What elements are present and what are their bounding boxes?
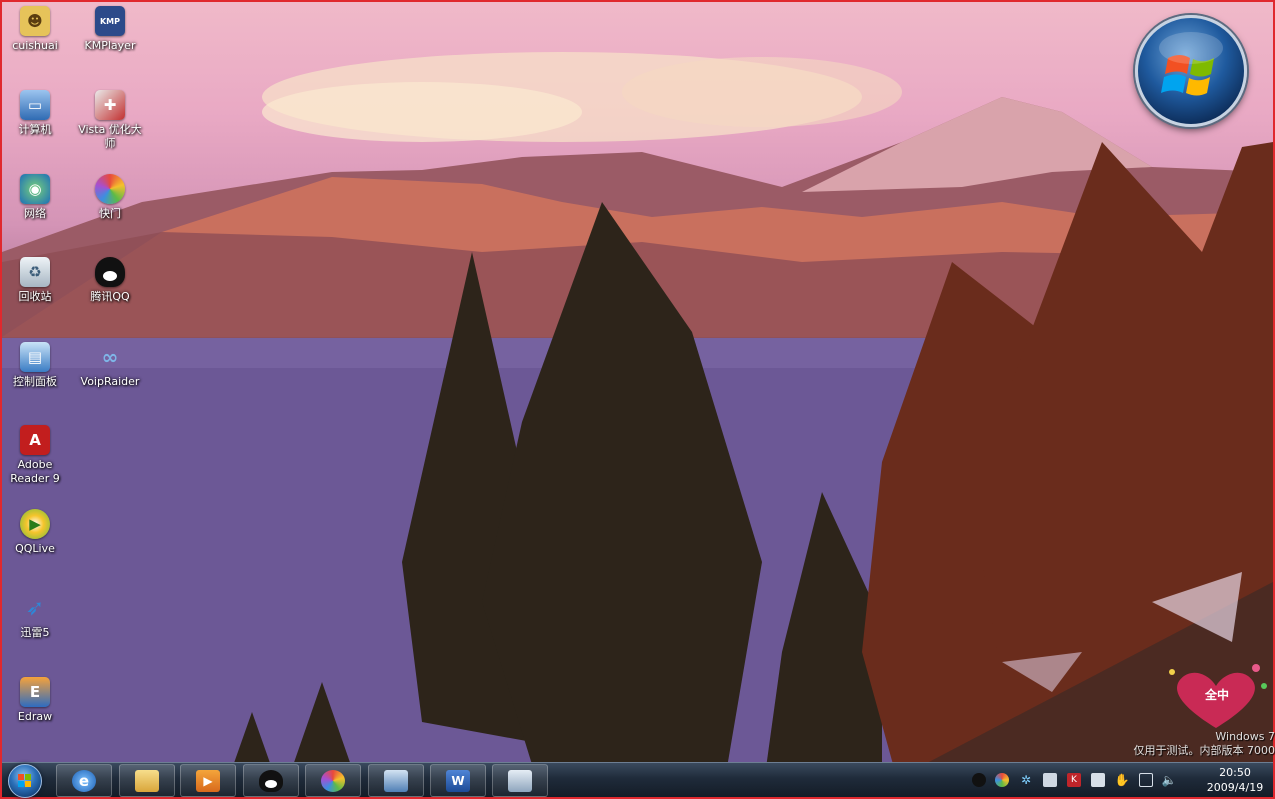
- windows-logo-orb: [1135, 15, 1247, 127]
- desktop-icon-label: Adobe Reader 9: [10, 458, 60, 485]
- desktop-icon-computer[interactable]: ▭ 计算机: [2, 90, 68, 154]
- windows-explorer-icon: [135, 769, 159, 792]
- network-icon: ◉: [20, 174, 50, 204]
- desktop-icon-label: 腾讯QQ: [90, 290, 130, 303]
- word-icon: W: [446, 769, 470, 792]
- desktop-icon-adobe-reader[interactable]: A Adobe Reader 9: [2, 425, 68, 497]
- qq-penguin-icon: [95, 257, 125, 287]
- flag-tray-icon[interactable]: [1091, 773, 1105, 787]
- colorwheel-tray-icon[interactable]: [995, 773, 1009, 787]
- wallpaper-landscape: [2, 52, 1273, 797]
- desktop-icon-label: QQLive: [15, 542, 55, 555]
- watermark-title: Windows 7: [1215, 730, 1275, 743]
- control-panel-icon: ▤: [20, 342, 50, 372]
- heart-decoration-badge: 全中: [1160, 658, 1272, 738]
- vista-optimizer-icon: ✚: [95, 90, 125, 120]
- taskbar-internet-explorer[interactable]: e: [56, 764, 112, 797]
- desktop-icon-voipraider[interactable]: ∞ VoipRaider: [77, 342, 143, 406]
- media-player-icon: ▶: [196, 769, 220, 792]
- build-watermark: Windows 7 仅用于测试。内部版本 7000: [1120, 730, 1275, 758]
- desktop-icon-label: 回收站: [18, 290, 52, 303]
- qqlive-icon: ▶: [20, 509, 50, 539]
- taskbar-qq[interactable]: [243, 764, 299, 797]
- desktop-icon-label: KMPlayer: [84, 39, 136, 52]
- desktop-icon-qq[interactable]: 腾讯QQ: [77, 257, 143, 321]
- desktop-icon-qqlive[interactable]: ▶ QQLive: [2, 509, 68, 573]
- taskbar-word[interactable]: W: [430, 764, 486, 797]
- volume-icon[interactable]: 🔈: [1162, 773, 1177, 787]
- taskbar: e ▶ W ✲ K ✋ 🔈: [2, 762, 1273, 799]
- computer-icon: ▭: [20, 90, 50, 120]
- desktop-icon-label: 快门: [99, 207, 121, 220]
- taskbar-remote-desktop[interactable]: [368, 764, 424, 797]
- desktop-icon-network[interactable]: ◉ 网络: [2, 174, 68, 238]
- network-tray-icon[interactable]: ✲: [1019, 773, 1033, 787]
- taskbar-computer[interactable]: [492, 764, 548, 797]
- desktop-icon-label: Edraw: [17, 710, 53, 723]
- hand-tray-icon[interactable]: ✋: [1115, 773, 1130, 787]
- clock-date: 2009/4/19: [1206, 781, 1264, 794]
- voipraider-icon: ∞: [101, 345, 119, 369]
- desktop-icon-label: 计算机: [18, 123, 52, 136]
- kmplayer-icon: KMP: [95, 6, 125, 36]
- taskbar-shutter[interactable]: [305, 764, 361, 797]
- display-tray-icon[interactable]: [1139, 773, 1153, 787]
- user-folder-icon: ☻: [20, 6, 50, 36]
- desktop-icon-label: cuishuai: [12, 39, 58, 52]
- desktop-icon-control-panel[interactable]: ▤ 控制面板: [2, 342, 68, 406]
- desktop-icon-label: 网络: [24, 207, 46, 220]
- desktop-icon-label: Vista 优化大师: [78, 123, 142, 150]
- start-button[interactable]: [5, 763, 45, 799]
- internet-explorer-icon: e: [72, 769, 96, 792]
- shutter-app-icon: [321, 769, 345, 792]
- antivirus-tray-icon[interactable]: K: [1067, 773, 1081, 787]
- desktop-icon-recycle-bin[interactable]: ♻ 回收站: [2, 257, 68, 321]
- desktop-icon-edraw[interactable]: E Edraw: [2, 677, 68, 741]
- shutter-icon: [95, 174, 125, 204]
- heart-badge-text: 全中: [1204, 688, 1229, 702]
- windows-flag-icon: [1159, 32, 1223, 96]
- desktop-icon-xunlei[interactable]: ➶ 迅雷5: [2, 593, 68, 657]
- adobe-reader-icon: A: [20, 425, 50, 455]
- qq-icon: [259, 769, 283, 792]
- desktop-icon-cuishuai[interactable]: ☻ cuishuai: [2, 6, 68, 70]
- xunlei-icon: ➶: [25, 595, 45, 621]
- recycle-bin-icon: ♻: [20, 257, 50, 287]
- taskbar-media-player[interactable]: ▶: [180, 764, 236, 797]
- taskbar-clock[interactable]: 20:50 2009/4/19: [1200, 765, 1270, 795]
- taskbar-windows-explorer[interactable]: [119, 764, 175, 797]
- clock-time: 20:50: [1219, 766, 1251, 779]
- device-tray-icon[interactable]: [1043, 773, 1057, 787]
- desktop-icon-label: VoipRaider: [80, 375, 140, 388]
- desktop-icon-label: 迅雷5: [20, 626, 50, 639]
- desktop-icon-kmplayer[interactable]: KMP KMPlayer: [77, 6, 143, 70]
- remote-desktop-icon: [384, 769, 408, 792]
- computer-app-icon: [508, 769, 532, 792]
- watermark-build: 仅用于测试。内部版本 7000: [1133, 744, 1275, 757]
- windows-start-orb-icon: [8, 764, 42, 798]
- desktop-icon-shutter[interactable]: 快门: [77, 174, 143, 238]
- desktop-icon-vista-optimizer[interactable]: ✚ Vista 优化大师: [77, 90, 143, 162]
- edraw-icon: E: [20, 677, 50, 707]
- qq-tray-icon[interactable]: [972, 773, 986, 787]
- desktop-wallpaper: [2, 2, 1273, 797]
- desktop-icon-label: 控制面板: [13, 375, 57, 388]
